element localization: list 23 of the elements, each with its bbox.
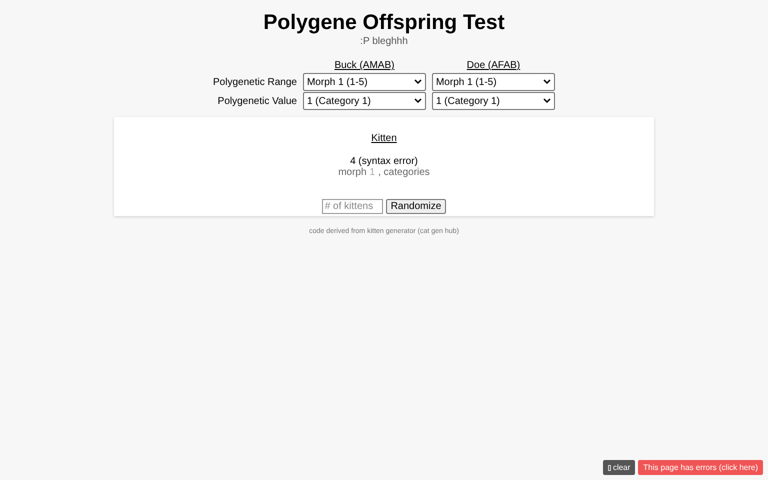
chevron-icon <box>414 98 422 104</box>
chevron-icon <box>542 98 551 104</box>
subtitle: :P bleghhh <box>360 36 408 48</box>
placeholder-icon <box>608 464 611 470</box>
chevron-icon <box>542 79 551 85</box>
parent-heading: Doe (AFAB) <box>466 60 520 72</box>
result-value: 4 (syntax error) <box>350 156 418 167</box>
select-field[interactable]: Morph 1 (1-5) <box>432 73 555 91</box>
row-label: Polygenetic Range <box>213 76 297 90</box>
page-title: Polygene Offspring Test <box>263 10 505 36</box>
parent-heading: Buck (AMAB) <box>334 60 394 72</box>
randomize-button[interactable]: Randomize <box>386 199 446 214</box>
clear-button[interactable]: clear <box>602 460 636 475</box>
morph-number: 1 <box>370 167 376 178</box>
morph-label: morph <box>338 167 367 178</box>
categories-label: , categories <box>378 167 430 178</box>
row-label: Polygenetic Value <box>216 94 297 108</box>
select-field[interactable]: Morph 1 (1-5) <box>302 73 426 91</box>
select-field[interactable]: 1 (Category 1) <box>432 92 555 110</box>
chevron-icon <box>414 79 422 85</box>
kittens-field[interactable]: # of kittens <box>322 199 383 214</box>
select-field[interactable]: 1 (Category 1) <box>302 92 426 110</box>
result-heading: Kitten <box>371 132 397 146</box>
